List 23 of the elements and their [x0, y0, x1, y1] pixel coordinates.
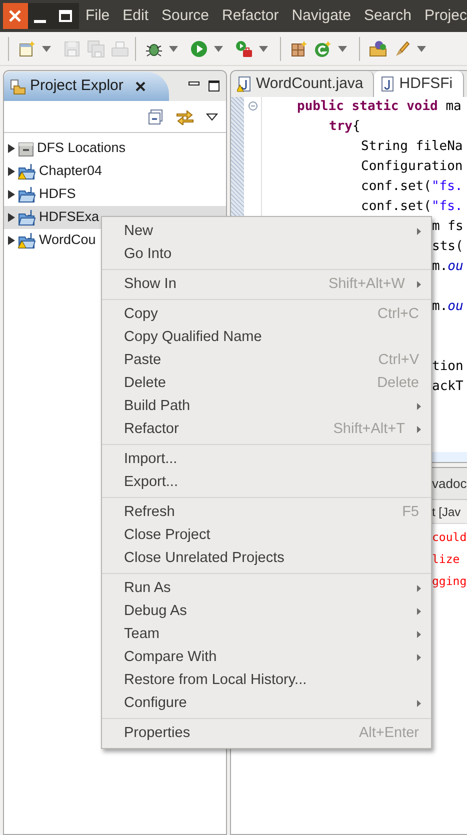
code-line: m.ou: [432, 259, 464, 274]
shortcut-label: Ctrl+C: [378, 304, 419, 324]
code-line: tion: [432, 359, 464, 374]
code-line: public static void ma: [297, 99, 462, 114]
code-line: try{: [329, 119, 360, 134]
console-line: gging: [432, 573, 467, 590]
shortcut-label: Alt+Enter: [358, 724, 419, 743]
console-title: t [Jav: [432, 504, 461, 520]
shortcut-label: Shift+Alt+W: [328, 274, 405, 294]
shortcut-label: Delete: [377, 374, 419, 393]
shortcut-label: Ctrl+V: [378, 350, 419, 370]
code-line: m.ou: [432, 299, 464, 314]
code-line: conf.set("fs.: [361, 199, 463, 214]
code-line: String fileNa: [361, 139, 463, 154]
code-line: conf.set("fs.: [361, 179, 463, 194]
code-line: ackT: [432, 379, 464, 394]
code-line: m fs: [432, 219, 464, 234]
code-line: Configuration: [361, 159, 463, 174]
console-line: lize: [432, 551, 460, 568]
code-line: sts(: [432, 239, 464, 254]
shortcut-label: Shift+Alt+T: [333, 420, 405, 439]
console-line: could: [432, 529, 467, 546]
shortcut-label: F5: [402, 502, 419, 522]
